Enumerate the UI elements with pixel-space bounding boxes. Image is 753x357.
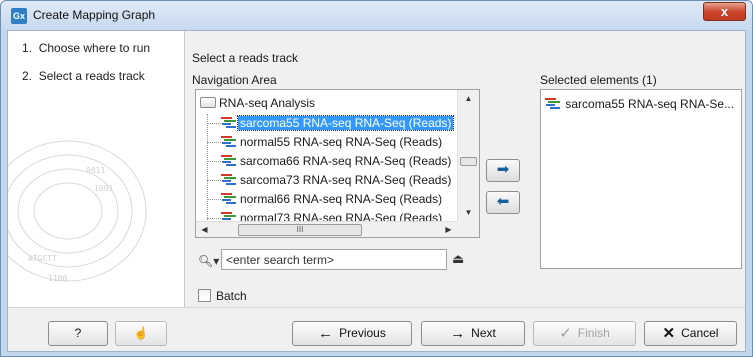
tree-item-label: normal66 RNA-seq RNA-Seq (Reads) <box>240 192 443 206</box>
reset-hand-icon: ☝ <box>133 326 149 340</box>
help-label: ? <box>74 326 82 340</box>
navigation-area-label: Navigation Area <box>192 73 277 87</box>
selected-element-label: sarcoma55 RNA-seq RNA-Se... <box>565 97 735 111</box>
reads-track-icon <box>545 98 560 109</box>
restore-defaults-button[interactable]: ☝ <box>115 321 167 346</box>
reads-track-icon <box>221 136 236 147</box>
tree-item-label: sarcoma55 RNA-seq RNA-Seq (Reads) <box>236 115 455 131</box>
scroll-right-arrow-icon[interactable]: ▶ <box>440 222 457 237</box>
tree-item-label: normal55 RNA-seq RNA-Seq (Reads) <box>240 135 443 149</box>
arrow-right-icon: → <box>450 325 466 342</box>
vertical-scroll-thumb[interactable] <box>460 157 477 166</box>
batch-label: Batch <box>216 289 247 303</box>
help-button[interactable]: ? <box>48 321 108 346</box>
step-label: Choose where to run <box>38 41 151 55</box>
tree-item-normal55[interactable]: normal55 RNA-seq RNA-Seq (Reads) <box>207 134 444 151</box>
next-label: Next <box>471 326 496 340</box>
title-bar: Gx Create Mapping Graph x <box>1 1 752 30</box>
cancel-button[interactable]: ✕ Cancel <box>644 321 737 346</box>
arrow-left-icon: ← <box>318 325 334 342</box>
cancel-x-icon: ✕ <box>662 325 676 342</box>
finish-button[interactable]: ✓ Finish <box>533 321 636 346</box>
checkmark-icon: ✓ <box>559 325 572 342</box>
reads-track-icon <box>221 155 236 166</box>
step-number: 1. <box>22 41 33 55</box>
dialog-window: Gx Create Mapping Graph x 1. Choose wher… <box>0 0 753 357</box>
svg-text:0011: 0011 <box>86 166 105 175</box>
tree-item-normal66[interactable]: normal66 RNA-seq RNA-Seq (Reads) <box>207 191 444 208</box>
reads-track-icon <box>221 117 236 128</box>
horizontal-scroll-thumb[interactable]: III <box>238 224 362 236</box>
add-to-selected-button[interactable]: ➡ <box>486 159 520 182</box>
tree-folder-rna-seq-analysis[interactable]: RNA-seq Analysis <box>200 96 315 114</box>
svg-text:ATGCTT: ATGCTT <box>28 254 57 263</box>
tree-item-label: sarcoma66 RNA-seq RNA-Seq (Reads) <box>240 154 452 168</box>
tree-folder-label: RNA-seq Analysis <box>219 96 316 110</box>
close-button[interactable]: x <box>703 2 746 21</box>
selected-elements-list[interactable]: sarcoma55 RNA-seq RNA-Se... <box>540 89 742 269</box>
finish-label: Finish <box>577 326 610 340</box>
cancel-label: Cancel <box>681 326 719 340</box>
scroll-up-arrow-icon[interactable]: ▲ <box>458 90 479 107</box>
scroll-corner <box>457 221 479 237</box>
next-button[interactable]: → Next <box>421 321 525 346</box>
search-options-icon[interactable]: ⏏ <box>452 251 464 267</box>
footer-divider <box>8 307 745 308</box>
step-label: Select a reads track <box>38 69 145 83</box>
search-icon[interactable]: 🔍︎▾ <box>198 254 219 268</box>
previous-button[interactable]: ← Previous <box>292 321 412 346</box>
tree-item-sarcoma55[interactable]: sarcoma55 RNA-seq RNA-Seq (Reads) <box>207 115 455 132</box>
dialog-body: 1. Choose where to run 2. Select a reads… <box>7 30 746 352</box>
selected-element-item[interactable]: sarcoma55 RNA-seq RNA-Se... <box>545 97 734 111</box>
navigation-tree[interactable]: RNA-seq Analysis sarcoma55 RNA-seq RNA-S… <box>195 89 480 238</box>
open-folder-icon <box>200 97 216 108</box>
tree-item-sarcoma66[interactable]: sarcoma66 RNA-seq RNA-Seq (Reads) <box>207 153 453 170</box>
tree-horizontal-scrollbar[interactable]: ◀ III ▶ <box>196 221 457 237</box>
scroll-left-arrow-icon[interactable]: ◀ <box>196 222 213 237</box>
tree-item-label: sarcoma73 RNA-seq RNA-Seq (Reads) <box>240 173 452 187</box>
window-title: Create Mapping Graph <box>33 8 156 22</box>
selected-elements-label: Selected elements (1) <box>540 73 657 87</box>
svg-text:1001: 1001 <box>94 184 113 193</box>
pane-title: Select a reads track <box>192 51 299 65</box>
decorative-dna-spiral-image: 0011 1001 ATGCTT 1100 <box>8 140 147 283</box>
search-input[interactable] <box>221 249 447 270</box>
svg-text:1100: 1100 <box>48 274 67 283</box>
tree-vertical-scrollbar[interactable]: ▲ ▼ <box>457 90 479 221</box>
reads-track-icon <box>221 174 236 185</box>
scroll-down-arrow-icon[interactable]: ▼ <box>458 204 479 221</box>
remove-from-selected-button[interactable]: ⬅ <box>486 191 520 214</box>
tree-item-sarcoma73[interactable]: sarcoma73 RNA-seq RNA-Seq (Reads) <box>207 172 453 189</box>
previous-label: Previous <box>339 326 386 340</box>
arrow-left-icon: ⬅ <box>496 193 510 210</box>
app-logo-icon: Gx <box>11 8 27 24</box>
wizard-steps-panel: 1. Choose where to run 2. Select a reads… <box>8 31 185 307</box>
step-number: 2. <box>22 69 33 83</box>
wizard-step-choose-where-to-run: 1. Choose where to run <box>22 41 150 55</box>
batch-checkbox[interactable] <box>198 289 211 302</box>
batch-option[interactable]: Batch <box>198 289 247 303</box>
arrow-right-icon: ➡ <box>496 161 510 178</box>
wizard-step-select-reads-track: 2. Select a reads track <box>22 69 145 83</box>
reads-track-icon <box>221 193 236 204</box>
